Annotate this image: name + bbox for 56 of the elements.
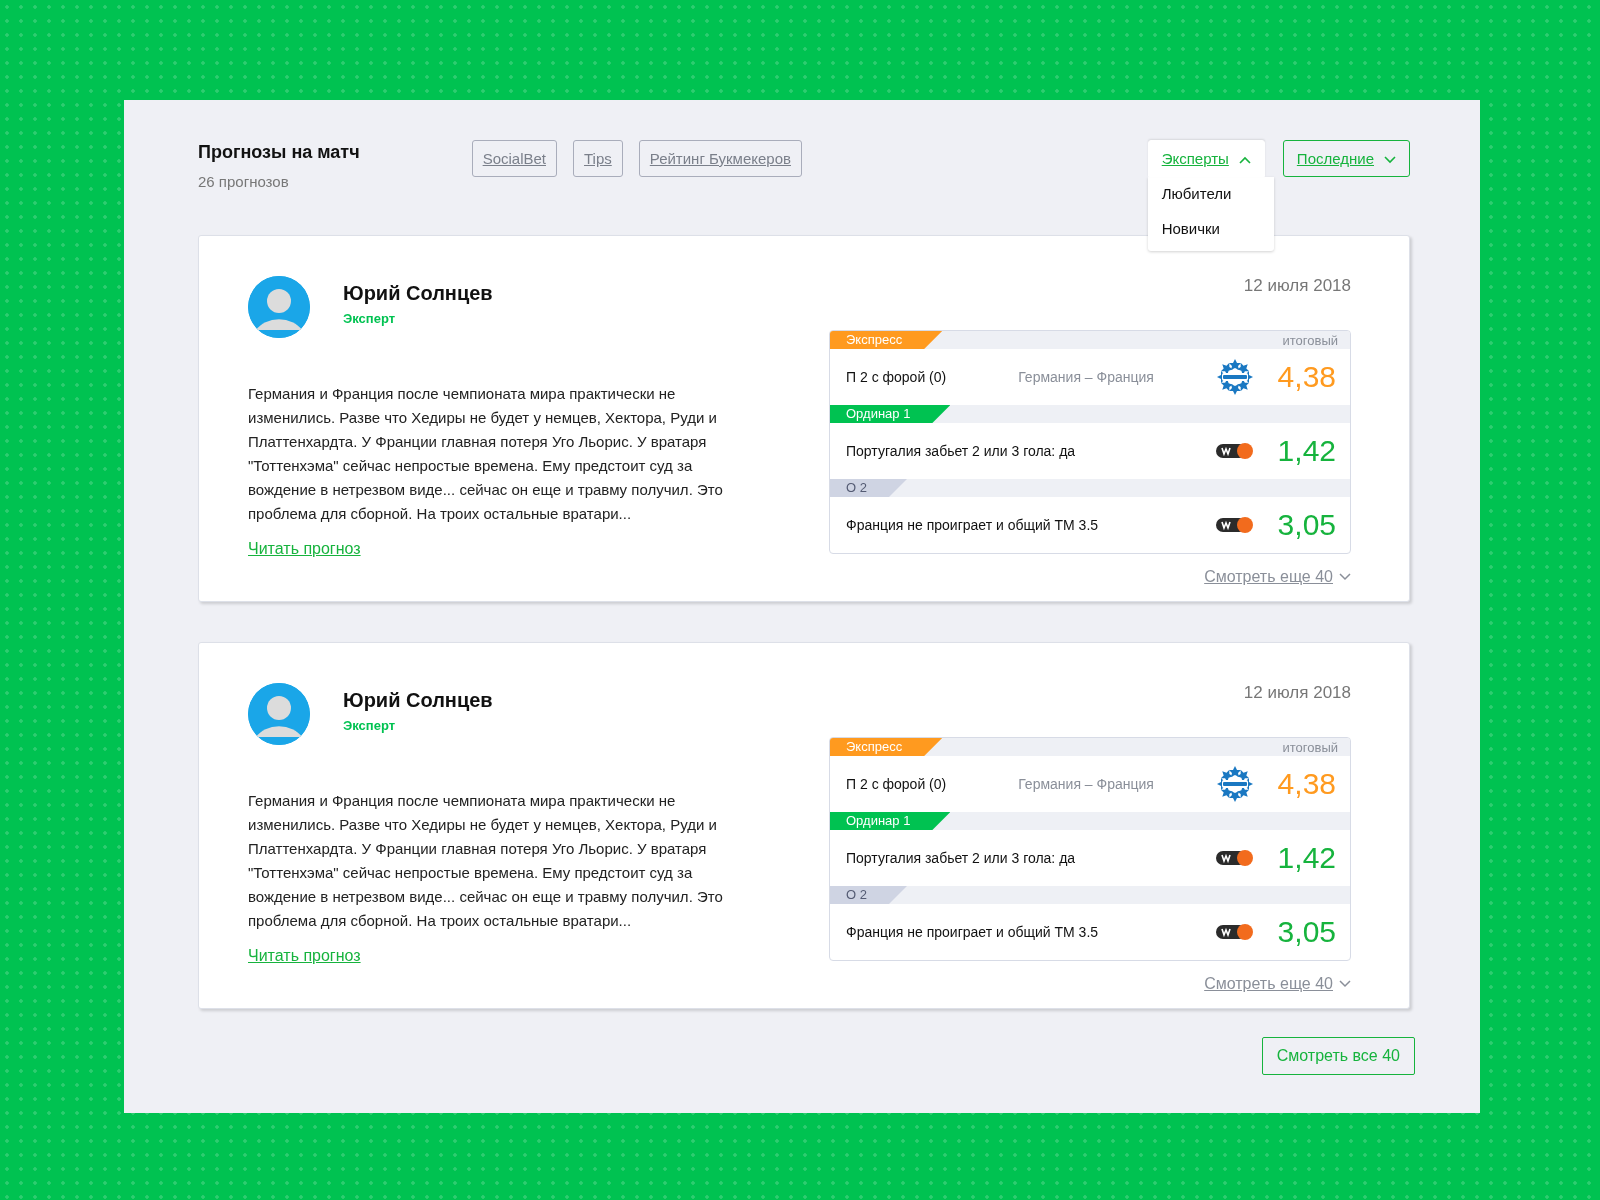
show-more-link[interactable]: Смотреть еще 40: [1204, 975, 1333, 993]
filter-button[interactable]: Рейтинг Букмекеров: [638, 140, 802, 177]
dropdown-button[interactable]: Последние: [1282, 140, 1410, 177]
total-label: итоговый: [1282, 332, 1338, 348]
bookmaker-logo-icon: [1216, 441, 1254, 461]
bet-pick: Франция не проиграет и общий ТМ 3.5: [846, 924, 1099, 940]
bet-type-label: О 2: [830, 479, 907, 497]
total-label: итоговый: [1282, 739, 1338, 755]
author-name: Юрий Солнцев: [343, 689, 493, 712]
chevron-down-icon: [1339, 980, 1351, 988]
forecast-count: 26 прогнозов: [198, 173, 290, 190]
match-name: Германия – Франция: [1018, 369, 1154, 385]
bet-type-label: Экспресс: [830, 738, 943, 756]
show-more-link[interactable]: Смотреть еще 40: [1204, 568, 1333, 586]
avatar-icon: [248, 683, 310, 745]
dropdown-option[interactable]: Новички: [1147, 212, 1274, 247]
star-ring-logo-icon: [1216, 765, 1254, 803]
star-ring-logo-icon: [1216, 358, 1254, 396]
bet-type-label: Ординар 1: [830, 812, 951, 830]
match-name: Германия – Франция: [1018, 776, 1154, 792]
forecast-text: Германия и Франция после чемпионата мира практически не изменились. Разве что Хедиры не будет у немцев, Хектора, Руди и Платтенхардта. У Франции главная потеря Уго Льорис. У вратаря "Тоттенхэма" сейчас непростые времена. Ему предстоит суд за вождение в нетрезвом виде... сейчас он еще и травму получил. Это проблема для сборной. На троих остальные вратари...: [248, 384, 724, 524]
forecast-date: 12 июля 2018: [1243, 276, 1351, 296]
odds-value: 1,42: [1276, 434, 1336, 468]
author-role: Эксперт: [343, 311, 397, 326]
bookmaker-logo-icon: [1216, 515, 1254, 535]
filter-button[interactable]: SocialBet: [471, 140, 557, 177]
odds-value: 4,38: [1276, 767, 1336, 801]
read-forecast-link[interactable]: Читать прогноз: [248, 947, 361, 965]
bet-pick: Португалия забьет 2 или 3 гола: да: [846, 443, 1076, 459]
show-all-button[interactable]: Смотреть все 40: [1261, 1037, 1415, 1075]
avatar-icon: [248, 276, 310, 338]
bet-type-label: Экспресс: [830, 331, 943, 349]
odds-value: 3,05: [1276, 508, 1336, 542]
chevron-down-icon: [1384, 156, 1396, 164]
bet-pick: Франция не проиграет и общий ТМ 3.5: [846, 517, 1099, 533]
dropdown-button[interactable]: Эксперты: [1147, 140, 1265, 177]
odds-value: 4,38: [1276, 360, 1336, 394]
forecast-text: Германия и Франция после чемпионата мира практически не изменились. Разве что Хедиры не будет у немцев, Хектора, Руди и Платтенхардта. У Франции главная потеря Уго Льорис. У вратаря "Тоттенхэма" сейчас непростые времена. Ему предстоит суд за вождение в нетрезвом виде... сейчас он еще и травму получил. Это проблема для сборной. На троих остальные вратари...: [248, 791, 724, 931]
bet-type-label: Ординар 1: [830, 405, 951, 423]
dropdown-option[interactable]: Любители: [1147, 177, 1274, 212]
page-title: Прогнозы на матч: [198, 142, 360, 163]
chevron-down-icon: [1339, 573, 1351, 581]
author-role: Эксперт: [343, 718, 397, 733]
odds-value: 1,42: [1276, 841, 1336, 875]
bookmaker-logo-icon: [1216, 922, 1254, 942]
bookmaker-logo-icon: [1216, 848, 1254, 868]
bet-pick: Португалия забьет 2 или 3 гола: да: [846, 850, 1076, 866]
read-forecast-link[interactable]: Читать прогноз: [248, 540, 361, 558]
forecast-date: 12 июля 2018: [1243, 683, 1351, 703]
chevron-up-icon: [1238, 156, 1251, 164]
filter-button[interactable]: Tips: [573, 140, 623, 177]
bet-type-label: О 2: [830, 886, 907, 904]
bet-pick: П 2 с форой (0): [846, 776, 947, 792]
author-name: Юрий Солнцев: [343, 282, 493, 305]
bet-pick: П 2 с форой (0): [846, 369, 947, 385]
odds-value: 3,05: [1276, 915, 1336, 949]
